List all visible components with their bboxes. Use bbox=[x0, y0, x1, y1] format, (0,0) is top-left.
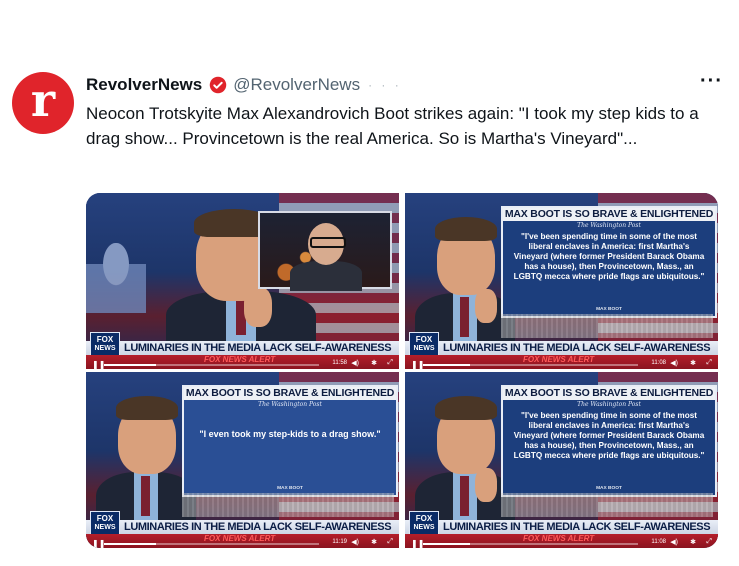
video-player-controls: ❚❚ 11:19 ◀) ✱ ⤢ bbox=[86, 538, 399, 548]
gear-icon[interactable]: ✱ bbox=[690, 359, 696, 367]
host-figure bbox=[415, 209, 515, 353]
video-time: 11:08 bbox=[651, 539, 666, 545]
author-handle[interactable]: @RevolverNews bbox=[233, 75, 360, 95]
quote-card: MAX BOOT IS SO BRAVE & ENLIGHTENED The W… bbox=[182, 385, 398, 497]
fox-news-logo: FOX NEWS bbox=[90, 511, 120, 535]
video-player-controls: ❚❚ 11:08 ◀) ✱ ⤢ bbox=[405, 538, 718, 548]
more-options-icon[interactable]: ··· bbox=[700, 70, 723, 93]
video-player-controls: ❚❚ 11:58 ◀) ✱ ⤢ bbox=[86, 359, 399, 369]
card-source: The Washington Post bbox=[577, 401, 641, 408]
card-quote: "I even took my step-kids to a drag show… bbox=[199, 429, 381, 439]
card-source: The Washington Post bbox=[258, 401, 322, 408]
newspaper-texture bbox=[501, 493, 713, 517]
newspaper-texture bbox=[501, 314, 713, 338]
quote-card: MAX BOOT IS SO BRAVE & ENLIGHTENED The W… bbox=[501, 206, 717, 318]
volume-icon[interactable]: ◀) bbox=[670, 538, 678, 546]
media-grid: FOX NEWS LUMINARIES IN THE MEDIA LACK SEL… bbox=[86, 193, 718, 548]
media-panel-3[interactable]: MAX BOOT IS SO BRAVE & ENLIGHTENED The W… bbox=[86, 372, 399, 548]
card-byline: MAX BOOT bbox=[596, 486, 622, 491]
lower-third-text: LUMINARIES IN THE MEDIA LACK SELF-AWAREN… bbox=[443, 521, 711, 533]
fox-news-logo: FOX NEWS bbox=[409, 511, 439, 535]
card-byline: MAX BOOT bbox=[596, 307, 622, 312]
tweet: r RevolverNews @RevolverNews · · · ··· N… bbox=[0, 0, 739, 566]
gear-icon[interactable]: ✱ bbox=[371, 538, 377, 546]
lower-third-text: LUMINARIES IN THE MEDIA LACK SELF-AWAREN… bbox=[124, 521, 392, 533]
host-figure bbox=[96, 388, 196, 532]
media-panel-4[interactable]: MAX BOOT IS SO BRAVE & ENLIGHTENED The W… bbox=[405, 372, 718, 548]
video-time: 11:08 bbox=[651, 360, 666, 366]
tweet-header: RevolverNews @RevolverNews · · · bbox=[86, 74, 402, 96]
card-byline: MAX BOOT bbox=[277, 486, 303, 491]
avatar-letter: r bbox=[30, 73, 56, 127]
progress-bar[interactable] bbox=[104, 364, 319, 366]
card-quote: "I've been spending time in some of the … bbox=[513, 232, 705, 281]
fullscreen-icon[interactable]: ⤢ bbox=[387, 538, 393, 546]
fullscreen-icon[interactable]: ⤢ bbox=[706, 359, 712, 367]
avatar[interactable]: r bbox=[12, 72, 74, 134]
video-time: 11:19 bbox=[332, 539, 347, 545]
guest-video-box bbox=[258, 211, 392, 291]
volume-icon[interactable]: ◀) bbox=[670, 359, 678, 367]
author-name[interactable]: RevolverNews bbox=[86, 75, 202, 95]
verified-badge-icon bbox=[209, 76, 227, 94]
lower-third-text: LUMINARIES IN THE MEDIA LACK SELF-AWAREN… bbox=[443, 342, 711, 354]
gear-icon[interactable]: ✱ bbox=[371, 359, 377, 367]
card-title: MAX BOOT IS SO BRAVE & ENLIGHTENED bbox=[503, 208, 715, 221]
capitol-graphic bbox=[86, 243, 146, 313]
progress-bar[interactable] bbox=[423, 364, 638, 366]
newspaper-texture bbox=[182, 493, 394, 517]
card-title: MAX BOOT IS SO BRAVE & ENLIGHTENED bbox=[503, 387, 715, 400]
card-title: MAX BOOT IS SO BRAVE & ENLIGHTENED bbox=[184, 387, 396, 400]
host-figure bbox=[415, 388, 515, 532]
volume-icon[interactable]: ◀) bbox=[351, 538, 359, 546]
lower-third-text: LUMINARIES IN THE MEDIA LACK SELF-AWAREN… bbox=[124, 342, 392, 354]
timestamp[interactable]: · · · bbox=[368, 78, 402, 92]
video-time: 11:58 bbox=[332, 360, 347, 366]
video-player-controls: ❚❚ 11:08 ◀) ✱ ⤢ bbox=[405, 359, 718, 369]
progress-bar[interactable] bbox=[104, 543, 319, 545]
host-hand bbox=[475, 289, 497, 323]
media-panel-2[interactable]: MAX BOOT IS SO BRAVE & ENLIGHTENED The W… bbox=[405, 193, 718, 369]
gear-icon[interactable]: ✱ bbox=[690, 538, 696, 546]
fullscreen-icon[interactable]: ⤢ bbox=[706, 538, 712, 546]
fox-news-logo: FOX NEWS bbox=[90, 332, 120, 356]
progress-bar[interactable] bbox=[423, 543, 638, 545]
tweet-text: Neocon Trotskyite Max Alexandrovich Boot… bbox=[86, 104, 699, 148]
media-panel-1[interactable]: FOX NEWS LUMINARIES IN THE MEDIA LACK SEL… bbox=[86, 193, 399, 369]
host-hand bbox=[244, 287, 272, 327]
card-source: The Washington Post bbox=[577, 222, 641, 229]
fox-news-logo: FOX NEWS bbox=[409, 332, 439, 356]
card-quote: "I've been spending time in some of the … bbox=[513, 411, 705, 460]
quote-card: MAX BOOT IS SO BRAVE & ENLIGHTENED The W… bbox=[501, 385, 717, 497]
volume-icon[interactable]: ◀) bbox=[351, 359, 359, 367]
fullscreen-icon[interactable]: ⤢ bbox=[387, 359, 393, 367]
host-hand bbox=[475, 468, 497, 502]
